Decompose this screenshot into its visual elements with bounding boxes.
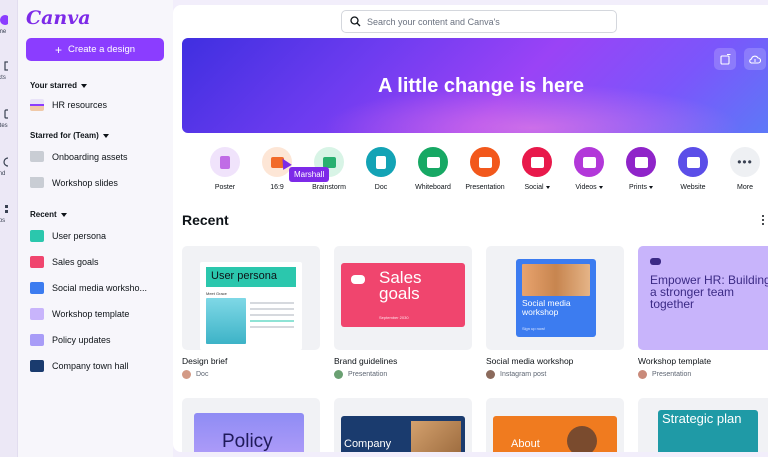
sidebar-recent-item[interactable]: Workshop template [30,308,170,320]
folder-icon [30,151,44,162]
apps-icon [5,205,8,213]
starred-section-toggle[interactable]: Your starred [30,81,87,90]
board-thumb-icon [30,99,44,111]
design-card[interactable]: Sales goals September 2030 Brand guideli… [334,246,472,379]
resize-icon [719,53,730,65]
projects-icon [4,61,8,71]
resize-button[interactable] [714,48,736,70]
caret-down-icon [545,185,550,189]
search-icon [350,16,361,27]
design-card[interactable]: About [486,398,624,452]
folder-icon [30,177,44,188]
left-rail: me cts ates nd ps [0,0,18,457]
design-thumb [30,256,44,268]
type-social[interactable]: Social [507,147,567,191]
type-poster[interactable]: Poster [195,147,255,191]
sidebar: Canva + Create a design Your starred HR … [18,0,173,457]
rail-brand[interactable]: nd [0,156,17,177]
rail-projects[interactable]: cts [0,60,17,81]
home-icon [0,15,8,25]
presentation-icon [470,147,500,177]
main-panel: Search your content and Canva's A little… [173,5,768,452]
rail-apps[interactable]: ps [0,203,17,224]
upload-button[interactable] [744,48,766,70]
type-videos[interactable]: Videos [559,147,619,191]
type-more[interactable]: ••• More [715,147,768,191]
design-card[interactable]: Policy [182,398,320,452]
recent-heading: Recent [182,212,229,228]
more-dots-icon: ••• [730,147,760,177]
design-card[interactable]: Empower HR: Building a stronger team tog… [638,246,768,379]
design-thumbnail: Sales goals September 2030 [334,246,472,350]
type-website[interactable]: Website [663,147,723,191]
sidebar-item-workshop-slides[interactable]: Workshop slides [30,177,170,188]
team-section-toggle[interactable]: Starred for (Team) [30,131,109,140]
avatar [638,370,647,379]
design-thumb [30,308,44,320]
design-thumbnail: Social media workshop Sign up now! [486,246,624,350]
sidebar-recent-item[interactable]: Social media worksho... [30,282,170,294]
rail-home[interactable]: me [0,14,17,35]
design-thumb [30,230,44,242]
rail-templates[interactable]: ates [0,108,17,129]
design-type-shortcuts: Poster 16:9 Brainstorm Doc Whiteboard Pr… [195,147,760,197]
avatar [182,370,191,379]
sidebar-recent-item[interactable]: Policy updates [30,334,170,346]
caret-down-icon [60,212,67,217]
video-icon [574,147,604,177]
doc-icon [366,147,396,177]
sidebar-recent-item[interactable]: Sales goals [30,256,170,268]
design-thumb [30,282,44,294]
heart-icon [522,147,552,177]
caret-down-icon [598,185,603,189]
more-options-icon[interactable] [762,215,765,227]
printer-icon [626,147,656,177]
caret-down-icon [102,133,109,138]
website-icon [678,147,708,177]
canva-logo[interactable]: Canva [26,7,91,29]
design-card[interactable]: Company [334,398,472,452]
caret-down-icon [80,83,87,88]
design-thumb [30,334,44,346]
design-card[interactable]: Strategic plan [638,398,768,452]
design-thumbnail: User persona Meet Grace [182,246,320,350]
caret-down-icon [648,185,653,189]
sidebar-item-onboarding-assets[interactable]: Onboarding assets [30,151,170,162]
type-whiteboard[interactable]: Whiteboard [403,147,463,191]
design-card[interactable]: Social media workshop Sign up now! Socia… [486,246,624,379]
avatar [334,370,343,379]
design-card[interactable]: User persona Meet Grace Design brief Doc [182,246,320,379]
avatar [486,370,495,379]
type-prints[interactable]: Prints [611,147,671,191]
sidebar-recent-item[interactable]: Company town hall [30,360,170,372]
type-presentation[interactable]: Presentation [455,147,515,191]
collaborator-name-tag: Marshall [289,167,330,182]
type-doc[interactable]: Doc [351,147,411,191]
recent-section-toggle[interactable]: Recent [30,210,67,219]
design-thumbnail: Empower HR: Building a stronger team tog… [638,246,768,350]
cloud-upload-icon [749,55,761,64]
templates-icon [4,109,8,119]
sidebar-recent-item[interactable]: User persona [30,230,170,242]
create-design-button[interactable]: + Create a design [26,38,164,61]
brand-icon [3,157,8,167]
whiteboard-icon [418,147,448,177]
banner-title: A little change is here [378,75,584,97]
design-thumb [30,360,44,372]
announcement-banner: A little change is here [182,38,768,133]
sidebar-item-hr-resources[interactable]: HR resources [30,99,170,111]
search-input[interactable]: Search your content and Canva's [341,10,617,33]
poster-icon [210,147,240,177]
plus-icon: + [54,42,62,57]
